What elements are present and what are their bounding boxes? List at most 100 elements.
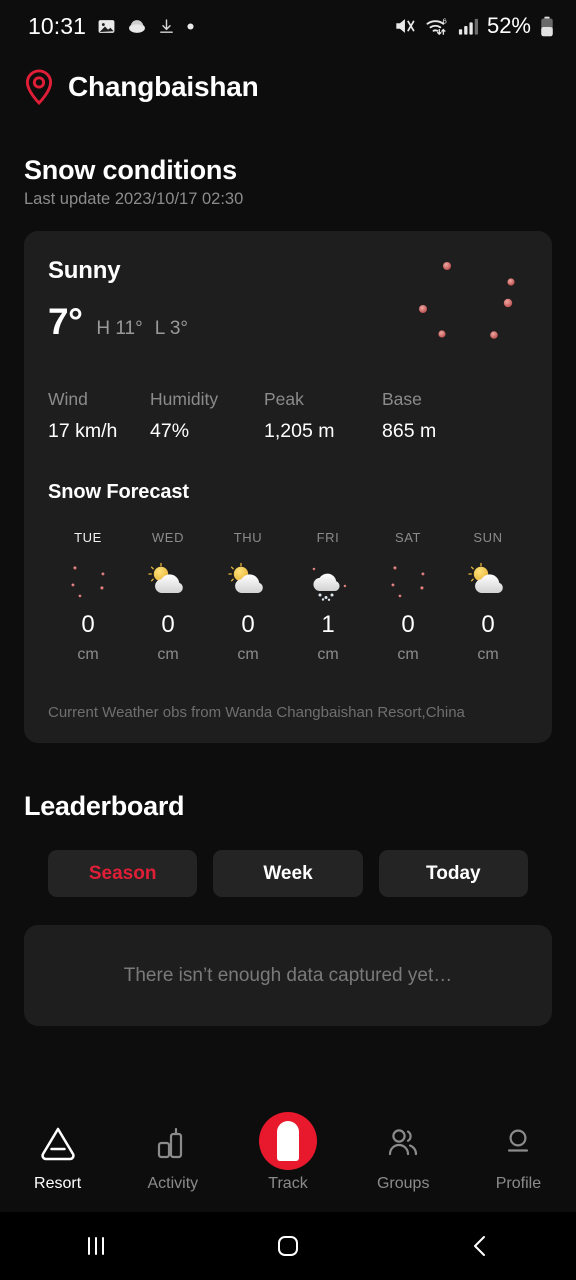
current-temperature: 7° [48,301,83,342]
android-system-nav [0,1212,576,1280]
signal-icon [458,18,478,35]
barchart-icon [153,1120,193,1166]
weather-stats: Wind 17 km/h Humidity 47% Peak 1,205 m B… [48,389,528,443]
mute-icon [396,19,415,33]
sun-cloud-icon [465,561,511,601]
stat-base: Base 865 m [382,389,436,443]
recents-button[interactable] [0,1233,192,1259]
leaderboard-empty-message: There isn’t enough data captured yet… [123,964,453,986]
location-header[interactable]: Changbaishan [0,52,576,105]
tab-today[interactable]: Today [378,850,528,897]
forecast-day: SUN 0 cm [448,530,528,664]
crescent-moon-icon [419,262,515,339]
nav-item-track[interactable]: Track [230,1111,345,1193]
weather-summary: Sunny 7° H 11° L 3° [48,257,528,351]
leaderboard-empty-state: There isn’t enough data captured yet… [24,925,552,1026]
forecast-value: 0 [401,611,415,638]
nav-item-groups[interactable]: Groups [346,1120,461,1193]
low-temperature: L 3° [154,318,189,339]
profile-icon [498,1120,538,1166]
nav-label: Profile [495,1175,542,1192]
forecast-day: THU 0 cm [208,530,288,664]
status-bar-right: 6 52% [393,13,554,39]
forecast-value: 0 [81,611,95,638]
nav-item-profile[interactable]: Profile [461,1120,576,1193]
tab-week[interactable]: Week [213,850,363,897]
track-button[interactable] [259,1111,317,1170]
weather-condition: Sunny [48,257,121,284]
track-icon [259,1111,317,1170]
status-bar: 10:31 6 52% [0,0,576,52]
wifi6-icon: 6 [426,16,447,36]
snow-cloud-icon [305,561,351,601]
status-bar-left: 10:31 [28,13,195,40]
moon-icon [65,561,111,601]
battery-icon [541,16,553,36]
forecast-day: SAT 0 cm [368,530,448,664]
image-icon [98,19,115,33]
stat-label: Wind [48,389,88,409]
leaderboard-tabs: Season Week Today [0,850,576,897]
mountain-icon [37,1120,79,1166]
forecast-day: WED 0 cm [128,530,208,664]
forecast-unit: cm [237,646,259,663]
forecast-unit: cm [77,646,99,663]
bottom-navigation: Resort Activity Track Groups Profile [0,1106,576,1212]
tab-season[interactable]: Season [48,850,198,897]
stat-label: Humidity [150,389,219,409]
forecast-day: FRI 1 cm [288,530,368,664]
forecast-day-label: SAT [394,530,422,545]
stat-humidity: Humidity 47% [150,389,264,443]
phone-screen: 10:31 6 52% Changbaishan Snow conditions… [0,0,576,1280]
main-content: Snow conditions Last update 2023/10/17 0… [0,105,576,1106]
stat-value: 1,205 m [264,420,335,442]
forecast-value: 0 [241,611,255,638]
home-button[interactable] [192,1232,384,1260]
battery-percent: 52% [486,13,531,38]
stat-value: 865 m [382,420,437,442]
snow-forecast-row: TUE 0 cm WED 0 cm THU 0 cm FRI 1 cm SAT … [48,530,528,664]
forecast-unit: cm [317,646,339,663]
temperature-row: 7° H 11° L 3° [48,301,200,343]
weather-summary-text: Sunny 7° H 11° L 3° [48,257,200,343]
stat-label: Base [382,389,422,409]
stat-label: Peak [264,389,304,409]
forecast-value: 1 [321,611,335,638]
download-icon [160,18,173,33]
nav-label: Resort [34,1175,82,1192]
weather-card: Sunny 7° H 11° L 3° Wind 17 km/h Humidit… [24,231,552,743]
leaderboard-title: Leaderboard [24,791,185,821]
sun-cloud-icon [225,561,271,601]
back-icon [474,1236,485,1256]
recents-icon [88,1237,104,1255]
stat-wind: Wind 17 km/h [48,389,150,443]
nav-item-activity[interactable]: Activity [115,1120,230,1193]
stat-value: 47% [150,420,190,442]
page-title: Snow conditions [24,155,237,185]
svg-text:6: 6 [442,16,446,25]
sun-cloud-icon [145,561,191,601]
back-button[interactable] [384,1232,576,1260]
location-pin-icon [25,69,53,105]
location-name: Changbaishan [68,71,259,102]
home-icon [278,1236,298,1256]
last-update-text: Last update 2023/10/17 02:30 [24,190,244,208]
weather-icon-container [412,251,532,351]
dot-icon [187,22,194,30]
forecast-day-label: FRI [316,530,340,545]
high-temperature: H 11° [96,318,143,339]
forecast-unit: cm [477,646,499,663]
forecast-unit: cm [397,646,419,663]
stat-value: 17 km/h [48,420,118,442]
weather-attribution: Current Weather obs from Wanda Changbais… [48,704,465,721]
high-low-temperature: H 11° L 3° [96,318,200,340]
nav-item-resort[interactable]: Resort [0,1120,115,1193]
forecast-value: 0 [161,611,175,638]
moon-icon [385,561,431,601]
forecast-day-label: THU [233,530,263,545]
cloud-icon [129,19,145,33]
status-clock: 10:31 [28,12,87,39]
forecast-day-label: SUN [473,530,503,545]
groups-icon [382,1120,424,1166]
forecast-day-label: TUE [74,530,102,545]
